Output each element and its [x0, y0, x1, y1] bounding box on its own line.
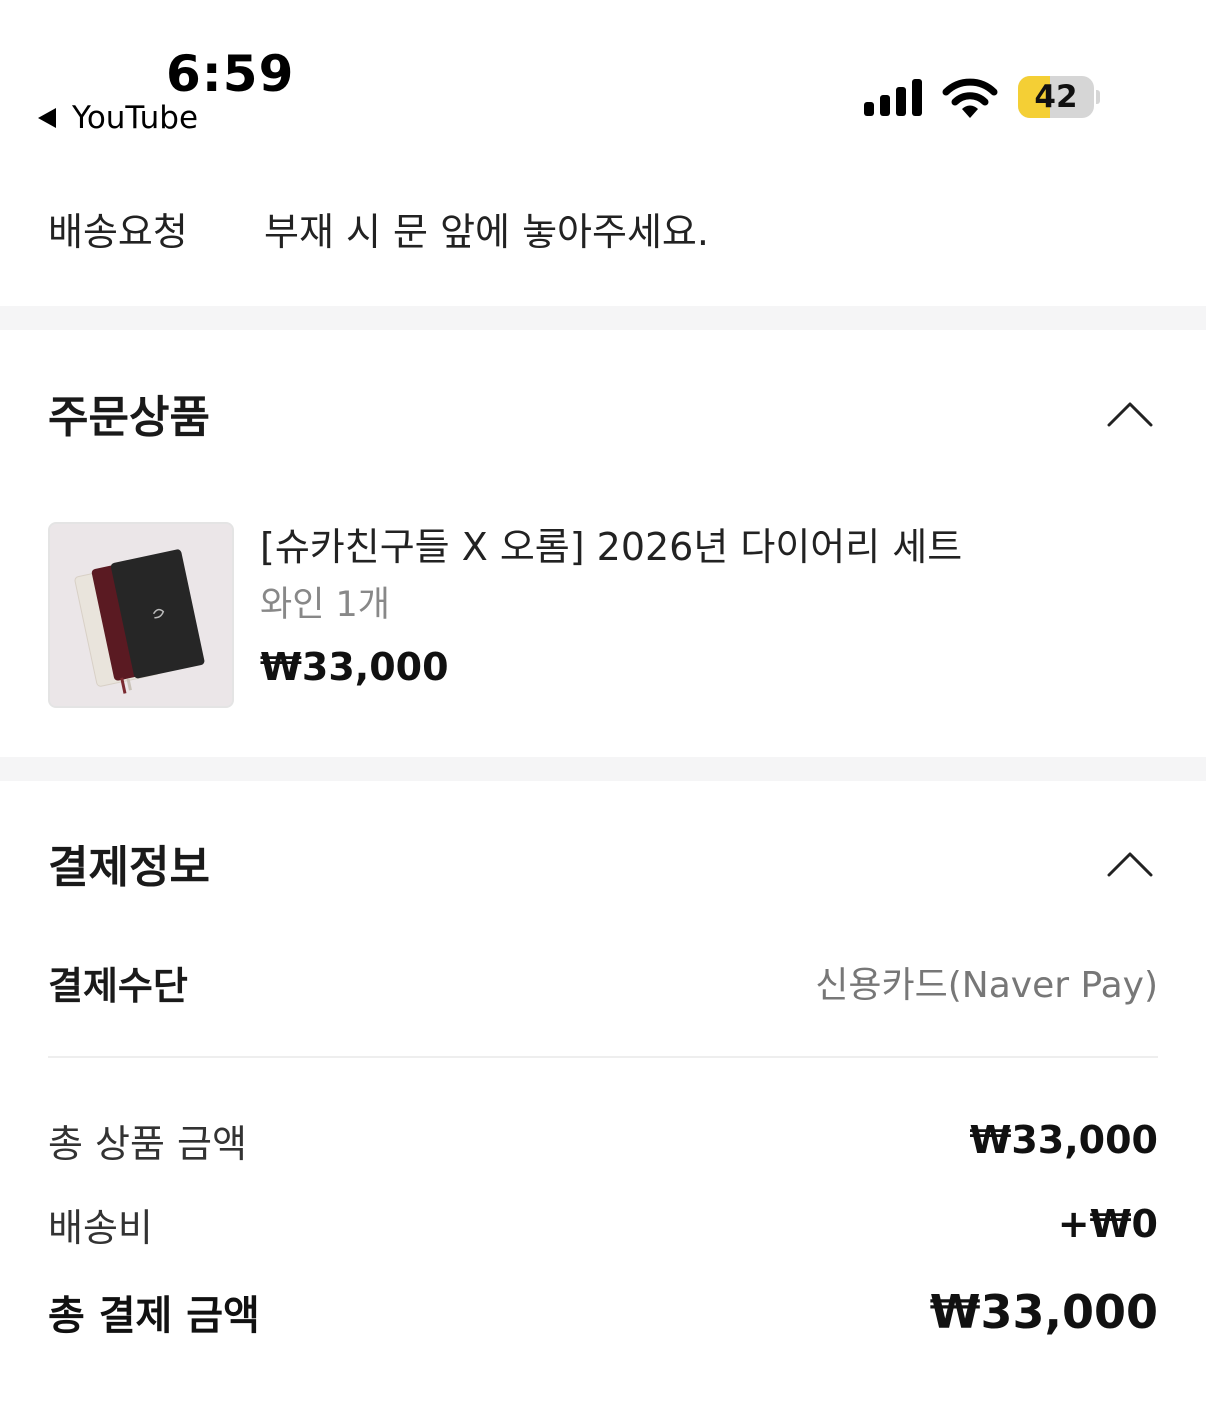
back-to-app-link[interactable]: YouTube — [38, 100, 198, 136]
subtotal-label: 총 상품 금액 — [48, 1121, 247, 1166]
payment-method-label: 결제수단 — [48, 963, 188, 1008]
section-divider — [0, 757, 1206, 781]
total-payment-row: 총 결제 금액 ₩33,000 — [48, 1282, 1158, 1342]
shipping-fee-label: 배송비 — [48, 1205, 153, 1250]
status-time: 6:59 — [166, 45, 295, 103]
back-app-label: YouTube — [72, 100, 199, 136]
order-items-header[interactable]: 주문상품 — [48, 378, 1158, 448]
chevron-up-icon[interactable] — [1106, 398, 1154, 428]
order-item[interactable]: [슈카친구들 X 오롬] 2026년 다이어리 세트 와인 1개 ₩33,000 — [48, 522, 1158, 708]
shipping-fee-row: 배송비 +₩0 — [48, 1194, 1158, 1254]
product-price: ₩33,000 — [260, 645, 449, 689]
divider — [48, 1056, 1158, 1058]
product-name: [슈카친구들 X 오롬] 2026년 다이어리 세트 — [260, 525, 963, 569]
shipping-fee-value: +₩0 — [1057, 1202, 1158, 1246]
diary-set-image — [50, 524, 232, 706]
section-divider — [0, 306, 1206, 330]
battery-icon: 42 — [1018, 76, 1094, 118]
status-bar: 6:59 YouTube 42 — [0, 0, 1206, 160]
payment-info-title: 결제정보 — [48, 842, 210, 893]
delivery-request-value: 부재 시 문 앞에 놓아주세요. — [264, 210, 709, 254]
subtotal-row: 총 상품 금액 ₩33,000 — [48, 1110, 1158, 1170]
total-payment-value: ₩33,000 — [929, 1285, 1158, 1339]
delivery-request-label: 배송요청 — [48, 210, 188, 254]
payment-method-row: 결제수단 신용카드(Naver Pay) — [48, 954, 1158, 1010]
subtotal-value: ₩33,000 — [969, 1118, 1158, 1162]
product-info: [슈카친구들 X 오롬] 2026년 다이어리 세트 와인 1개 ₩33,000 — [260, 522, 962, 708]
battery-nub — [1096, 90, 1100, 104]
payment-info-header[interactable]: 결제정보 — [48, 828, 1158, 898]
cellular-signal-icon — [864, 78, 922, 116]
payment-method-value: 신용카드(Naver Pay) — [815, 965, 1158, 1006]
product-thumbnail — [48, 522, 234, 708]
delivery-request-row: 배송요청 부재 시 문 앞에 놓아주세요. — [48, 204, 1158, 260]
back-arrow-icon — [38, 108, 56, 128]
total-payment-label: 총 결제 금액 — [48, 1293, 260, 1339]
product-option: 와인 1개 — [260, 585, 390, 625]
wifi-icon — [942, 78, 998, 118]
battery-level: 42 — [1034, 79, 1078, 115]
order-items-title: 주문상품 — [48, 392, 210, 443]
chevron-up-icon[interactable] — [1106, 848, 1154, 878]
